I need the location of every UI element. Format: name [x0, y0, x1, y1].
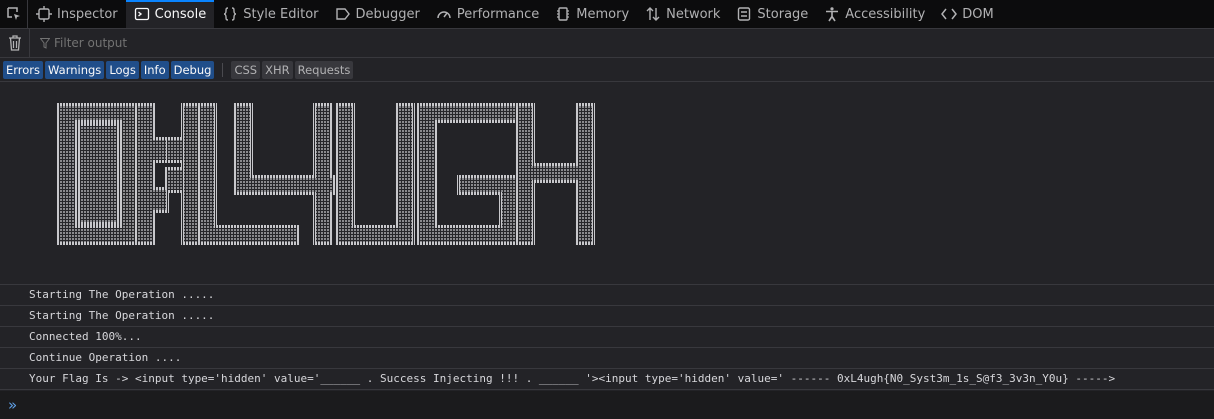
tab-network[interactable]: Network	[637, 0, 728, 28]
filter-css-button[interactable]: CSS	[231, 60, 261, 79]
ascii-glyph-fill	[420, 228, 516, 242]
braces-icon	[224, 7, 237, 21]
tab-console[interactable]: Console	[125, 0, 215, 28]
ascii-glyph-fill	[398, 106, 412, 242]
filter-placeholder: Filter output	[54, 36, 128, 50]
gauge-icon	[437, 11, 451, 19]
tab-label: Console	[154, 6, 207, 22]
arrows-updown-icon	[646, 7, 660, 21]
ascii-art-message	[0, 82, 1214, 285]
tab-accessibility[interactable]: Accessibility	[816, 0, 933, 28]
console-message: Your Flag Is -> <input type='hidden' val…	[0, 369, 1214, 390]
tab-storage[interactable]: Storage	[728, 0, 816, 28]
filter-warnings-button[interactable]: Warnings	[45, 60, 105, 79]
tab-memory[interactable]: Memory	[547, 0, 637, 28]
console-message: Continue Operation ....	[0, 348, 1214, 369]
ascii-glyph-fill	[80, 126, 116, 222]
tab-label: Storage	[757, 6, 809, 22]
ascii-glyph-fill	[200, 106, 214, 242]
tab-label: Accessibility	[845, 6, 926, 22]
tab-label: Debugger	[355, 6, 420, 22]
log-level-filters: Errors Warnings Logs Info Debug CSS XHR …	[0, 58, 1214, 82]
ascii-glyph-fill	[122, 106, 136, 242]
tab-style-editor[interactable]: Style Editor	[214, 0, 326, 28]
tab-label: Memory	[576, 6, 630, 22]
ascii-glyph-fill	[184, 106, 198, 242]
inspector-icon	[36, 6, 52, 22]
storage-icon	[738, 7, 751, 21]
funnel-icon	[40, 37, 50, 49]
ascii-glyph-fill	[316, 106, 330, 242]
console-message: Connected 100%...	[0, 327, 1214, 348]
ascii-glyph-fill	[420, 106, 434, 242]
console-input[interactable]: »	[0, 391, 1214, 419]
ascii-glyph-fill	[60, 106, 74, 242]
trash-icon	[8, 35, 21, 51]
filter-info-button[interactable]: Info	[140, 60, 169, 79]
chip-icon	[557, 7, 570, 21]
filter-requests-button[interactable]: Requests	[294, 60, 354, 79]
tab-label: Style Editor	[243, 6, 319, 22]
filter-debug-button[interactable]: Debug	[170, 60, 215, 79]
code-icon	[941, 8, 958, 20]
ascii-glyph-fill	[420, 106, 516, 120]
tab-label: Inspector	[57, 6, 118, 22]
clear-console-button[interactable]	[0, 28, 30, 58]
ascii-glyph-fill	[168, 140, 182, 160]
ascii-art-logo	[57, 103, 595, 245]
console-message: Starting The Operation .....	[0, 285, 1214, 306]
console-message: Starting The Operation .....	[0, 306, 1214, 327]
tab-performance[interactable]: Performance	[428, 0, 547, 28]
ascii-glyph-fill	[338, 106, 352, 242]
console-icon	[134, 7, 149, 21]
console-toolbar: Filter output	[0, 28, 1214, 58]
ascii-glyph-fill	[338, 228, 412, 242]
picker-icon	[6, 7, 20, 20]
ascii-glyph-fill	[200, 228, 296, 242]
debugger-icon	[335, 8, 350, 20]
tab-label: Performance	[456, 6, 540, 22]
filter-logs-button[interactable]: Logs	[106, 60, 139, 79]
ascii-glyph-fill	[518, 166, 592, 180]
tab-inspector[interactable]: Inspector	[28, 0, 126, 28]
element-picker-button[interactable]	[0, 0, 28, 28]
devtools-tabbar: Inspector Console Style Editor Debugger …	[0, 0, 1214, 29]
ascii-glyph-fill	[60, 228, 136, 242]
filter-errors-button[interactable]: Errors	[3, 60, 44, 79]
divider	[222, 62, 224, 77]
tab-label: Network	[666, 6, 721, 22]
tab-debugger[interactable]: Debugger	[327, 0, 428, 28]
tab-label: DOM	[962, 6, 994, 22]
filter-output-input[interactable]: Filter output	[30, 36, 127, 50]
ascii-glyph-fill	[168, 170, 182, 190]
person-icon	[826, 7, 839, 22]
ascii-glyph-fill	[152, 190, 166, 210]
filter-xhr-button[interactable]: XHR	[262, 60, 293, 79]
prompt-chevron-icon: »	[8, 396, 18, 414]
ascii-glyph-fill	[460, 178, 516, 192]
ascii-glyph-fill	[152, 140, 166, 160]
tab-dom[interactable]: DOM	[933, 0, 1001, 28]
console-output: Starting The Operation ..... Starting Th…	[0, 82, 1214, 392]
ascii-glyph-fill	[138, 106, 152, 242]
